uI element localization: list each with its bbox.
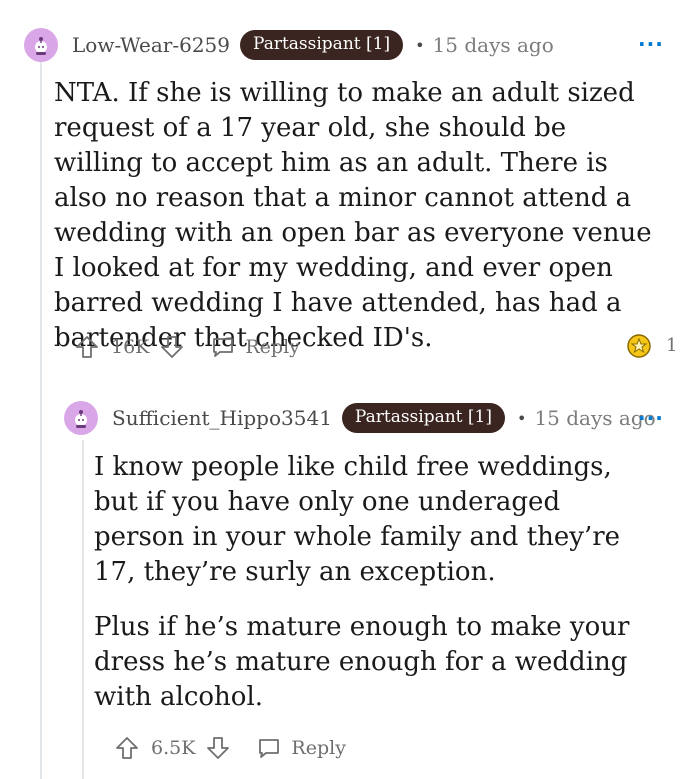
comment-2-downvote-button[interactable] [205,735,231,761]
comment-bubble-icon [259,739,280,758]
comment-2-upvote-count: 6.5K [151,737,196,759]
comment-1-upvote-count: 16K [111,336,150,358]
comment-2-paragraph-1: I know people like child free weddings, … [94,452,621,587]
comment-2-reply-button[interactable]: Reply [257,736,346,760]
downvote-arrow-icon[interactable] [205,735,231,761]
comment-1-reply-button[interactable]: Reply [211,335,300,359]
snoo-avatar-icon[interactable] [24,28,58,62]
comment-1-flair: Partassipant [1] [240,30,404,60]
comment-1-actions: 16K Reply [74,332,300,362]
comment-2-separator: • [517,408,527,428]
comment-1-body: NTA. If she is willing to make an adult … [54,76,654,356]
upvote-arrow-icon[interactable] [114,735,140,761]
comment-1-header: Low-Wear-6259 Partassipant [1] • 15 days… [24,27,554,63]
comment-1-body-text: NTA. If she is willing to make an adult … [54,78,652,353]
comment-1-timestamp[interactable]: 15 days ago [433,33,554,57]
comment-bubble-icon [213,338,234,357]
comment-1-more-options-icon[interactable]: ··· [638,32,664,56]
comment-1-upvote-button[interactable] [74,334,100,360]
thread-line-1[interactable] [40,60,42,779]
comment-2-paragraph-2: Plus if he’s mature enough to make your … [94,612,630,712]
comment-1-separator: • [415,35,425,55]
comment-2-upvote-button[interactable] [114,735,140,761]
upvote-arrow-icon[interactable] [74,334,100,360]
comment-2-reply-label: Reply [291,737,346,759]
comment-1-downvote-button[interactable] [159,334,185,360]
comment-2-username[interactable]: Sufficient_Hippo3541 [112,406,332,430]
comment-1-award-icon[interactable] [626,333,652,363]
comment-2-body: I know people like child free weddings, … [94,450,654,715]
comment-1-username[interactable]: Low-Wear-6259 [72,33,230,57]
comment-2-actions: 6.5K Reply [114,733,346,763]
thread-line-2[interactable] [82,440,84,779]
comment-2-header: Sufficient_Hippo3541 Partassipant [1] • … [64,400,656,436]
comment-1-award-count: 1 [666,335,678,356]
comment-2-more-options-icon[interactable]: ··· [638,406,664,430]
comment-2-flair: Partassipant [1] [341,403,505,433]
comment-1-reply-label: Reply [245,336,300,358]
snoo-avatar-icon[interactable] [64,401,98,435]
downvote-arrow-icon[interactable] [159,334,185,360]
